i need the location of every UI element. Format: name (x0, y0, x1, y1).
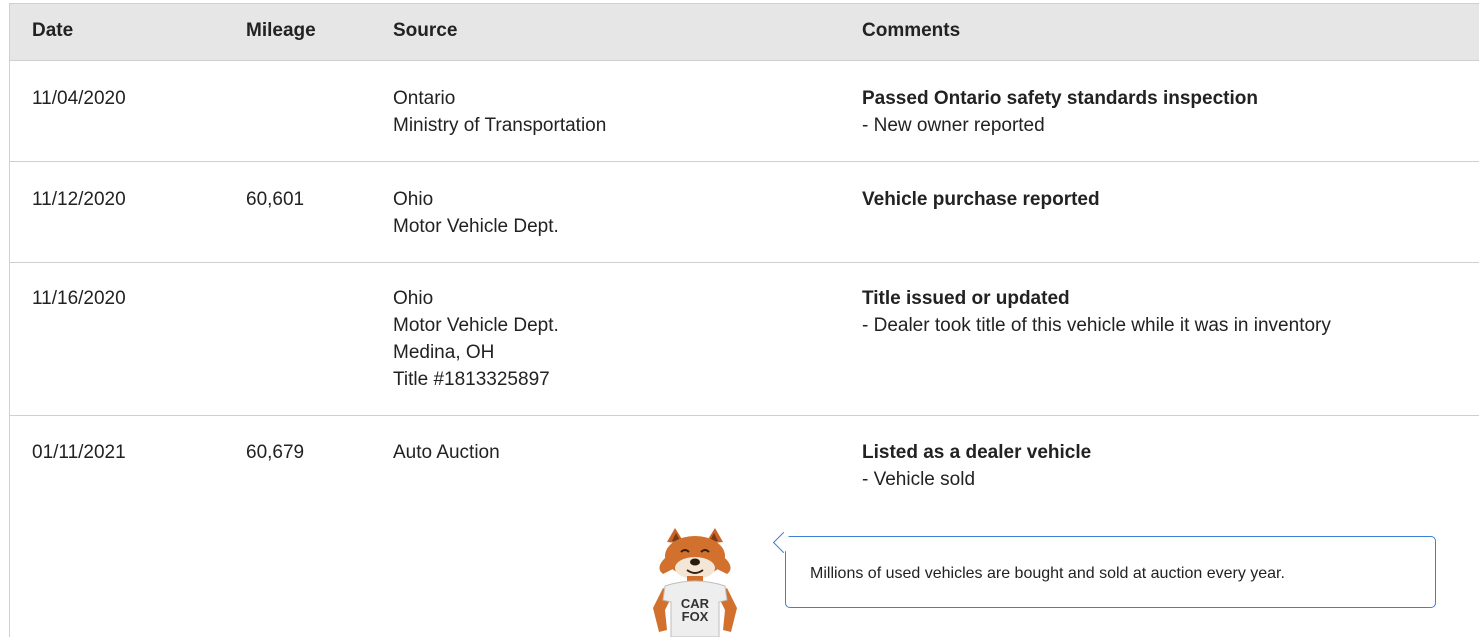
source-line: Ontario (393, 88, 456, 109)
row-mileage: 60,679 (246, 442, 305, 463)
table-row: 11/12/2020 60,601 Ohio Motor Vehicle Dep… (10, 162, 1479, 263)
row-comments: Passed Ontario safety standards inspecti… (862, 85, 1258, 139)
mascot-shirt-line: FOX (682, 609, 709, 624)
source-line: Ohio (393, 189, 434, 210)
comment-detail: - New owner reported (862, 115, 1045, 136)
carfox-mascot-icon: CAR FOX (653, 528, 737, 637)
row-date: 11/12/2020 (32, 189, 126, 210)
row-date: 01/11/2021 (32, 442, 126, 463)
source-line: Auto Auction (393, 442, 500, 463)
row-date: 11/16/2020 (32, 288, 126, 309)
row-source: Ohio Motor Vehicle Dept. (393, 186, 559, 240)
source-line: Ministry of Transportation (393, 115, 607, 136)
row-source: Auto Auction (393, 439, 500, 466)
table-row: 11/04/2020 Ontario Ministry of Transport… (10, 61, 1479, 162)
row-date: 11/04/2020 (32, 88, 126, 109)
table-row: 11/16/2020 Ohio Motor Vehicle Dept. Medi… (10, 263, 1479, 416)
comment-title: Vehicle purchase reported (862, 189, 1100, 210)
header-date: Date (32, 20, 74, 41)
header-source: Source (393, 20, 458, 41)
row-source: Ohio Motor Vehicle Dept. Medina, OH Titl… (393, 285, 559, 393)
header-comments: Comments (862, 20, 961, 41)
comment-detail: - Vehicle sold (862, 469, 976, 490)
comment-title: Title issued or updated (862, 288, 1070, 309)
source-line: Medina, OH (393, 342, 495, 363)
row-comments: Title issued or updated - Dealer took ti… (862, 285, 1331, 339)
comment-title: Listed as a dealer vehicle (862, 442, 1092, 463)
row-source: Ontario Ministry of Transportation (393, 85, 606, 139)
tip-callout: Millions of used vehicles are bought and… (772, 531, 1436, 608)
row-mileage: 60,601 (246, 189, 305, 210)
tip-text: Millions of used vehicles are bought and… (810, 565, 1285, 582)
source-line: Title #1813325897 (393, 369, 550, 390)
source-line: Ohio (393, 288, 434, 309)
row-comments: Listed as a dealer vehicle - Vehicle sol… (862, 439, 1091, 493)
comment-detail: - Dealer took title of this vehicle whil… (862, 315, 1331, 336)
row-comments: Vehicle purchase reported (862, 186, 1100, 213)
header-mileage: Mileage (246, 20, 316, 41)
source-line: Motor Vehicle Dept. (393, 315, 559, 336)
table-header: Date Mileage Source Comments (10, 4, 1479, 61)
source-line: Motor Vehicle Dept. (393, 216, 559, 237)
comment-title: Passed Ontario safety standards inspecti… (862, 88, 1258, 109)
